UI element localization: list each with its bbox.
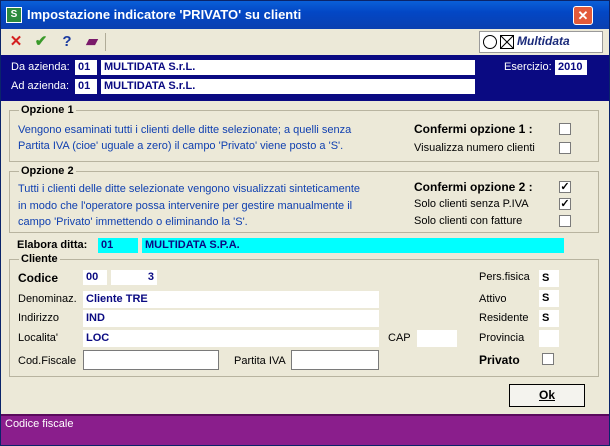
attivo-label: Attivo — [479, 293, 507, 305]
partitaiva-field[interactable] — [291, 350, 379, 370]
no-piva-checkbox[interactable]: ✓ — [559, 198, 571, 210]
privato-label: Privato — [479, 353, 520, 367]
provincia-field[interactable] — [539, 330, 559, 347]
opzione2-desc-line3: campo 'Privato' immettendo o eliminando … — [18, 216, 248, 228]
opzione2-desc-line1: Tutti i clienti delle ditte selezionate … — [18, 183, 360, 195]
confirm-icon[interactable]: ✔ — [32, 33, 50, 51]
opzione1-desc-line1: Vengono esaminati tutti i clienti delle … — [18, 124, 352, 136]
cliente-title: Cliente — [19, 253, 60, 265]
confirm-opzione2-checkbox[interactable]: ✓ — [559, 181, 571, 193]
indirizzo-label: Indirizzo — [18, 312, 59, 324]
with-invoices-checkbox[interactable] — [559, 215, 571, 227]
book-icon[interactable]: ▰ — [83, 33, 101, 51]
title-bar[interactable]: S Impostazione indicatore 'PRIVATO' su c… — [1, 1, 609, 29]
codfiscale-label: Cod.Fiscale — [18, 355, 77, 367]
codice-label: Codice — [18, 271, 59, 285]
help-icon[interactable]: ? — [58, 33, 76, 51]
persfisica-label: Pers.fisica — [479, 271, 530, 283]
opzione1-title: Opzione 1 — [19, 104, 76, 116]
ad-azienda-label: Ad azienda: — [11, 80, 70, 92]
status-text: Codice fiscale — [5, 418, 74, 430]
codice-prefix-field[interactable]: 00 — [83, 270, 107, 285]
cap-label: CAP — [388, 332, 411, 344]
cancel-icon[interactable]: ✕ — [7, 33, 25, 51]
elabora-ditta-name: MULTIDATA S.P.A. — [142, 238, 564, 253]
company-header: Da azienda: 01 MULTIDATA S.r.L. Esercizi… — [1, 55, 609, 101]
logo-text: Multidata — [517, 34, 570, 48]
privato-checkbox[interactable] — [542, 353, 554, 365]
close-button[interactable]: ✕ — [573, 6, 593, 25]
confirm-opzione2-label: Confermi opzione 2 : — [414, 180, 533, 194]
localita-field[interactable]: LOC — [83, 330, 379, 347]
logo-circle-icon — [483, 35, 497, 49]
ad-azienda-code[interactable]: 01 — [75, 79, 97, 94]
toolbar-separator — [105, 33, 106, 51]
codice-number-field[interactable]: 3 — [111, 270, 157, 285]
residente-label: Residente — [479, 312, 529, 324]
confirm-opzione1-checkbox[interactable] — [559, 123, 571, 135]
close-icon: ✕ — [577, 8, 589, 23]
elabora-ditta-label: Elabora ditta: — [17, 239, 88, 251]
provincia-label: Provincia — [479, 332, 525, 344]
opzione2-title: Opzione 2 — [19, 165, 76, 177]
toolbar: ✕ ✔ ? ▰ Multidata — [1, 29, 609, 56]
elabora-ditta-code: 01 — [98, 238, 138, 253]
opzione2-desc-line2: in modo che l'operatore possa intervenir… — [18, 200, 353, 212]
persfisica-field[interactable]: S — [539, 270, 559, 287]
esercizio-label: Esercizio: — [504, 61, 552, 73]
codfiscale-field[interactable] — [83, 350, 219, 370]
da-azienda-code[interactable]: 01 — [75, 60, 97, 75]
show-count-checkbox[interactable] — [559, 142, 571, 154]
confirm-opzione1-label: Confermi opzione 1 : — [414, 122, 533, 136]
app-icon: S — [6, 7, 22, 23]
cap-field[interactable] — [417, 330, 457, 347]
status-bar: Codice fiscale — [1, 414, 609, 445]
localita-label: Localita' — [18, 332, 59, 344]
indirizzo-field[interactable]: IND — [83, 310, 379, 327]
denominaz-label: Denominaz. — [18, 293, 77, 305]
dialog-window: S Impostazione indicatore 'PRIVATO' su c… — [0, 0, 610, 446]
show-count-label: Visualizza numero clienti — [414, 142, 535, 154]
esercizio-field[interactable]: 2010 — [555, 60, 587, 75]
ok-button[interactable]: Ok — [509, 384, 585, 407]
window-title: Impostazione indicatore 'PRIVATO' su cli… — [27, 7, 302, 22]
da-azienda-name: MULTIDATA S.r.L. — [101, 60, 475, 75]
attivo-field[interactable]: S — [539, 290, 559, 307]
da-azienda-label: Da azienda: — [11, 61, 70, 73]
denominaz-field[interactable]: Cliente TRE — [83, 291, 379, 308]
logo-cross-box-icon — [500, 35, 514, 49]
residente-field[interactable]: S — [539, 310, 559, 327]
partitaiva-label: Partita IVA — [234, 355, 286, 367]
no-piva-label: Solo clienti senza P.IVA — [414, 198, 529, 210]
opzione1-desc-line2: Partita IVA (cioe' uguale a zero) il cam… — [18, 140, 344, 152]
multidata-logo: Multidata — [479, 31, 603, 53]
with-invoices-label: Solo clienti con fatture — [414, 215, 523, 227]
ad-azienda-name: MULTIDATA S.r.L. — [101, 79, 475, 94]
